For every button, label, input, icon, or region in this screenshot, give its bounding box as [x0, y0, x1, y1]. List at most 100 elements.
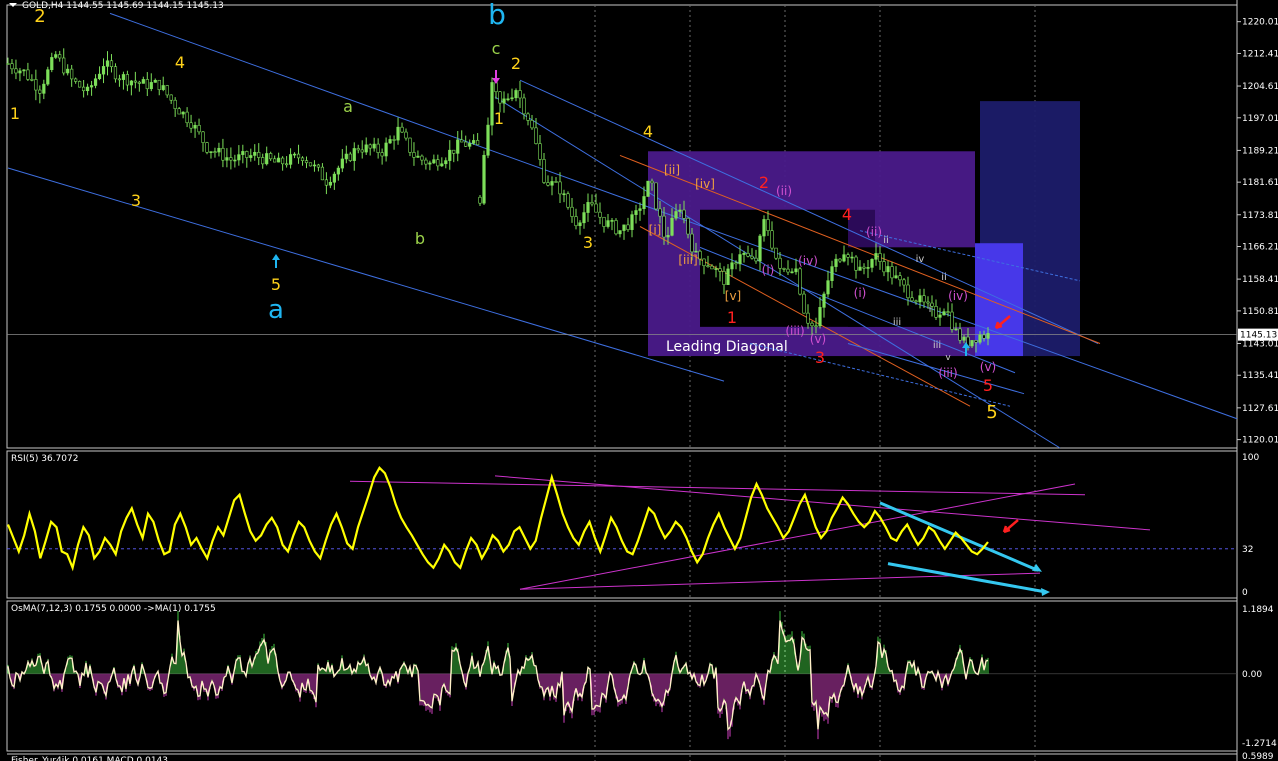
rsi-trend-line — [349, 480, 1086, 496]
candle-body — [594, 203, 598, 213]
candle-body — [622, 224, 626, 231]
wave-label: [iv] — [695, 177, 715, 191]
candle-body — [826, 280, 830, 295]
candle-body — [834, 258, 838, 267]
candle-body — [348, 153, 352, 161]
candle-body — [906, 284, 910, 299]
candle-body — [444, 160, 448, 165]
candle-body — [662, 215, 666, 238]
candle-body — [46, 69, 50, 85]
candle-body — [534, 127, 538, 144]
candle-body — [782, 268, 786, 270]
candle-body — [129, 80, 133, 86]
price-tick-label: 1197.01 — [1242, 114, 1278, 124]
candle-body — [758, 235, 762, 262]
candle-body — [610, 220, 614, 222]
wave-label: 4 — [175, 53, 185, 72]
price-axis: 1220.01 1212.41 1204.61 1197.01 1189.21 1181.… — [1237, 18, 1278, 446]
candle-body — [193, 124, 197, 129]
candle-body — [546, 182, 550, 186]
candle-body — [650, 180, 654, 184]
candle-body — [578, 222, 582, 227]
red-arrow-icon — [1002, 519, 1019, 534]
candle-body — [221, 147, 225, 161]
candle-body — [161, 85, 165, 90]
wave-label: (iii) — [785, 324, 804, 338]
candle-body — [253, 152, 257, 156]
candle-body — [746, 252, 750, 257]
candle-body — [910, 297, 914, 302]
candle-body — [846, 254, 850, 258]
candle-body — [173, 99, 177, 109]
candle-body — [70, 68, 74, 80]
candle-body — [654, 182, 658, 210]
wave-label: a — [343, 97, 353, 116]
candle-body — [344, 153, 348, 160]
candle-body — [706, 265, 710, 268]
candle-body — [830, 266, 834, 281]
candle-body — [598, 211, 602, 218]
wave-label: 4 — [643, 122, 653, 141]
candle-body — [217, 147, 221, 153]
candle-body — [962, 336, 966, 341]
wave-label: [ii] — [664, 163, 680, 177]
candle-body — [82, 86, 86, 92]
candle-body — [356, 148, 360, 151]
candle-body — [866, 267, 870, 269]
wave-label: a — [268, 295, 284, 325]
rsi-tick-label: 100 — [1242, 453, 1259, 463]
candle-body — [101, 66, 106, 75]
wave-label: 3 — [131, 191, 141, 210]
candle-body — [806, 312, 810, 324]
wave-label: c — [492, 39, 501, 58]
candle-body — [109, 60, 114, 67]
rsi-panel: 100 32 0 — [6, 453, 1259, 598]
candle-body — [197, 124, 201, 133]
candle-body — [570, 206, 574, 217]
wave-label: (v) — [810, 332, 826, 346]
price-tick-label: 1143.01 — [1242, 339, 1278, 349]
candle-body — [550, 181, 554, 186]
candle-body — [894, 275, 898, 279]
candle-body — [169, 94, 173, 101]
candle-body — [420, 155, 424, 161]
candle-body — [185, 111, 189, 124]
candle-body — [974, 340, 978, 343]
candle-body — [950, 311, 954, 330]
candle-body — [890, 266, 894, 279]
candle-body — [518, 90, 522, 99]
cyan-arrow-head-icon — [1041, 588, 1050, 596]
panel-border — [6, 450, 1238, 599]
candle-body — [854, 256, 858, 271]
candle-body — [145, 79, 149, 90]
candle-body — [686, 218, 690, 235]
candle-body — [464, 141, 468, 147]
candle-body — [562, 193, 566, 196]
candle-body — [440, 163, 444, 167]
candle-body — [257, 152, 261, 158]
candle-body — [273, 158, 277, 163]
osma-signal-line — [7, 620, 989, 731]
candle-body — [794, 268, 798, 273]
candle-body — [54, 54, 58, 58]
osma-tick-label: 1.1894 — [1242, 605, 1274, 615]
candle-body — [245, 151, 249, 158]
rsi-trend-line — [494, 475, 1151, 531]
trend-line — [7, 167, 725, 382]
candle-body — [288, 154, 293, 165]
candle-body — [490, 82, 494, 126]
up-arrow-icon — [272, 254, 280, 268]
down-arrow-icon — [492, 70, 500, 84]
candle-body — [946, 311, 950, 313]
price-tick-label: 1120.01 — [1242, 436, 1278, 446]
candle-body — [388, 139, 392, 144]
candle-body — [66, 68, 70, 74]
wave-label: [v] — [725, 289, 741, 303]
candle-body — [412, 152, 416, 158]
candle-body — [328, 181, 332, 186]
candle-body — [858, 266, 862, 271]
candle-body — [778, 257, 782, 269]
candle-body — [117, 78, 122, 81]
candle-body — [281, 157, 285, 165]
candle-body — [78, 81, 82, 88]
